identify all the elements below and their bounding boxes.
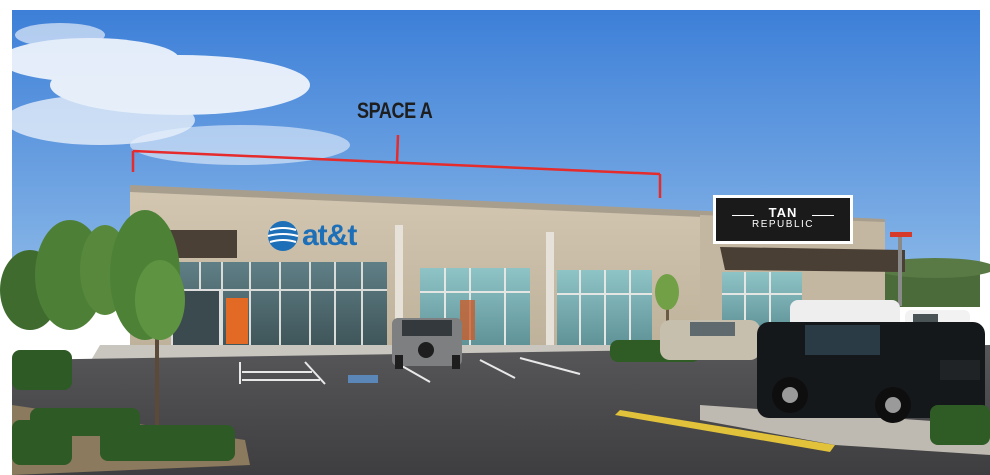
beige-sedan <box>660 320 760 360</box>
tan-republic-sign: TAN REPUBLIC <box>713 195 853 244</box>
grey-suv <box>392 318 462 369</box>
att-store-sign: at&t <box>302 219 357 252</box>
tan-republic-line2: REPUBLIC <box>751 219 814 230</box>
space-a-label: SPACE A <box>357 98 433 123</box>
tan-republic-line1: TAN <box>768 205 798 220</box>
tan-republic-sign-panel: TAN REPUBLIC <box>716 198 850 241</box>
att-globe-icon <box>267 221 299 251</box>
